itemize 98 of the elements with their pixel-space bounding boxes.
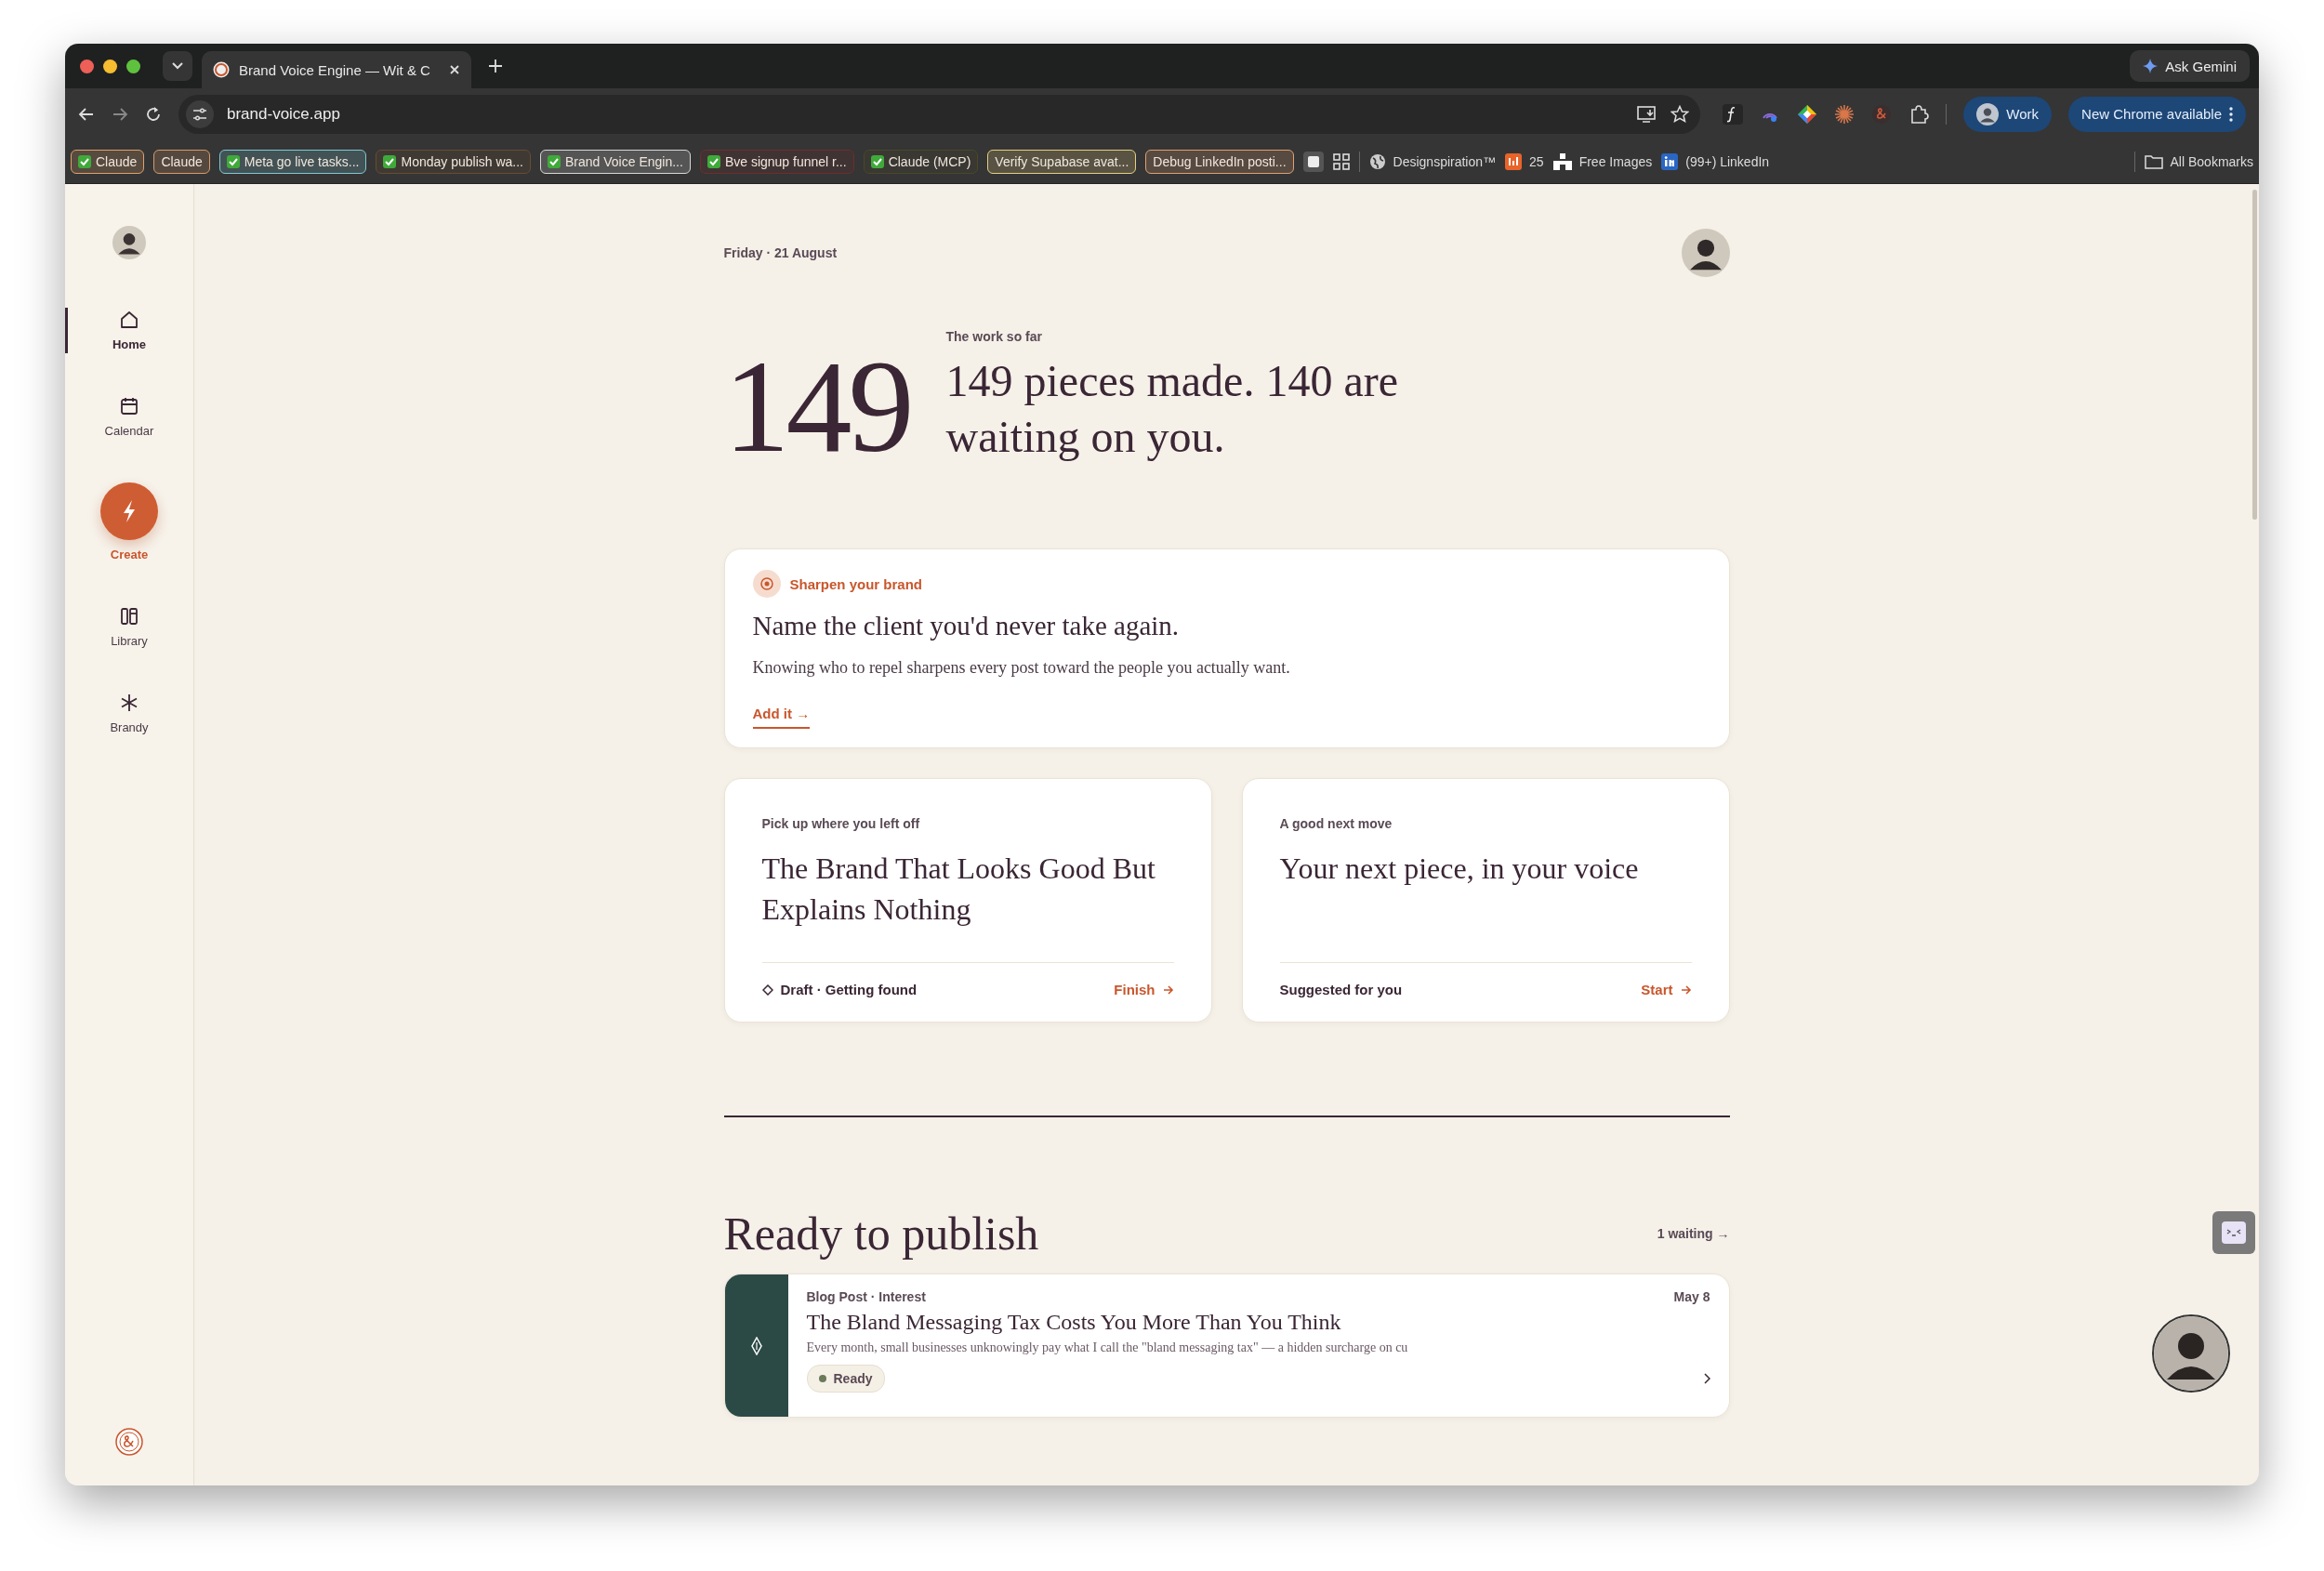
bookmark-link[interactable]: All Bookmarks	[2170, 153, 2253, 169]
item-excerpt: Every month, small businesses unknowingly pay what I call the "bland messaging tax" — a hidden surcharge on cu	[806, 1340, 1409, 1355]
update-button[interactable]: New Chrome available	[2068, 96, 2246, 132]
diamond-icon	[761, 984, 773, 996]
nav-item[interactable]: Brandy	[65, 687, 193, 740]
ampersand-icon[interactable]	[1871, 103, 1893, 125]
library-icon	[119, 606, 139, 627]
profile-button[interactable]: Work	[1963, 96, 2053, 132]
stat-label: The work so far	[945, 329, 1043, 344]
more-icon	[2229, 106, 2233, 122]
avatar[interactable]	[112, 226, 146, 259]
browser-tab[interactable]: Brand Voice Engine — Wit & C	[202, 51, 471, 88]
sunburst-icon[interactable]	[1834, 103, 1855, 125]
blocks-icon[interactable]	[1552, 152, 1572, 170]
item-title: The Bland Messaging Tax Costs You More Than You Think	[806, 1310, 1342, 1335]
home-icon	[119, 310, 139, 330]
diamond-icon[interactable]	[1797, 103, 1818, 125]
asterisk-icon	[119, 693, 139, 713]
tab-title: Brand Voice Engine — Wit & C	[239, 61, 431, 78]
card-meta: Suggested for you	[1279, 982, 1403, 997]
card-eyebrow: Pick up where you left off	[761, 816, 921, 831]
bookmark-chip[interactable]: Claude	[71, 149, 145, 174]
terminal-widget[interactable]	[2212, 1211, 2255, 1254]
favicon-icon	[213, 61, 230, 78]
stat-headline: 149 pieces made. 140 are waiting on you.	[945, 355, 1399, 463]
minimize-window-button[interactable]	[103, 59, 117, 73]
back-icon[interactable]	[78, 105, 95, 123]
arrow-right-icon	[1162, 984, 1174, 996]
status-dot-icon	[818, 1375, 826, 1382]
grid-icon[interactable]	[1332, 152, 1350, 170]
avatar	[1976, 102, 2000, 125]
bookmark-chip[interactable]: Bve signup funnel r...	[699, 149, 854, 174]
avatar[interactable]	[1681, 229, 1730, 277]
arrow-right-icon	[1680, 984, 1692, 996]
formula-icon[interactable]	[1723, 103, 1744, 125]
bookmark-link[interactable]: Free Images	[1578, 153, 1653, 169]
linkedin-icon[interactable]	[1661, 152, 1679, 170]
reload-icon[interactable]	[145, 105, 162, 123]
item-meta: Blog Post · Interest	[806, 1289, 926, 1304]
section-title: Ready to publish	[723, 1207, 1039, 1261]
nav-item[interactable]: Calendar	[65, 390, 193, 443]
square-icon[interactable]	[1302, 151, 1324, 172]
card-title: Your next piece, in your voice	[1279, 851, 1640, 887]
content-card[interactable]: Pick up where you left off The Brand That Looks Good But Explains Nothing Draft · Getting found Finish	[723, 778, 1212, 1023]
stat-number: 149	[723, 340, 911, 472]
bookmark-link[interactable]: Designspiration™	[1393, 153, 1497, 169]
bookmark-link[interactable]: 25	[1529, 153, 1544, 169]
nav-item[interactable]: Home	[65, 304, 193, 357]
bookmark-chip[interactable]: Claude (MCP)	[863, 149, 979, 174]
card-title: The Brand That Looks Good But Explains Nothing	[761, 851, 1156, 928]
caret-icon	[172, 62, 183, 70]
date-label: Friday · 21 August	[723, 245, 838, 260]
tab-search-button[interactable]	[163, 51, 192, 81]
chevron-right-icon[interactable]	[1702, 1373, 1710, 1384]
card-action-link[interactable]: Start	[1641, 982, 1673, 997]
bookmark-chip[interactable]: Monday publish wa...	[376, 149, 531, 174]
logo-icon[interactable]	[115, 1428, 143, 1456]
calendar-icon	[119, 396, 139, 416]
bookmark-chip[interactable]: Debug LinkedIn posti...	[1145, 149, 1294, 174]
nav-item[interactable]: Library	[65, 601, 193, 653]
card-text: Knowing who to repel sharpens every post toward the people you actually want.	[752, 658, 1291, 678]
new-tab-icon[interactable]	[488, 59, 503, 73]
install-icon[interactable]	[1637, 104, 1658, 124]
bookmark-chip[interactable]: Claude	[153, 149, 210, 174]
bookmark-link[interactable]: (99+) LinkedIn	[1685, 153, 1770, 169]
bookmark-chip[interactable]: Brand Voice Engin...	[540, 149, 691, 174]
item-date: May 8	[1673, 1289, 1710, 1304]
target-icon	[752, 570, 781, 598]
avatar[interactable]	[2152, 1314, 2230, 1393]
folder-icon[interactable]	[2144, 153, 2163, 169]
globe-icon[interactable]	[1368, 152, 1386, 170]
sparkle-icon	[2143, 59, 2159, 73]
ask-gemini-button[interactable]: Ask Gemini	[2130, 50, 2250, 82]
waiting-link[interactable]: 1 waiting →	[1657, 1226, 1730, 1241]
extensions-icon[interactable]	[1908, 103, 1930, 125]
nav-label[interactable]: Create	[110, 548, 149, 561]
forward-icon[interactable]	[112, 105, 128, 123]
star-icon[interactable]	[1670, 104, 1690, 124]
close-icon[interactable]	[449, 64, 460, 75]
card-tag: Sharpen your brand	[789, 575, 923, 592]
diamond-icon	[750, 1336, 762, 1355]
zoom-window-button[interactable]	[126, 59, 140, 73]
bookmark-chip[interactable]: Verify Supabase avat...	[987, 149, 1137, 174]
create-button[interactable]	[100, 482, 158, 540]
close-window-button[interactable]	[80, 59, 94, 73]
card-eyebrow: A good next move	[1279, 816, 1393, 831]
status-badge: Ready	[806, 1365, 885, 1393]
content-card[interactable]: A good next move Your next piece, in your voice Suggested for you Start	[1241, 778, 1730, 1023]
bookmark-chip[interactable]: Meta go live tasks...	[218, 149, 367, 174]
chart-icon[interactable]	[1505, 152, 1523, 170]
card-title: Name the client you'd never take again.	[752, 611, 1181, 641]
site-settings-icon[interactable]	[186, 99, 214, 128]
face-icon	[2222, 1221, 2246, 1244]
scrollbar-thumb[interactable]	[2252, 190, 2257, 520]
card-action-link[interactable]: Finish	[1114, 982, 1155, 997]
publish-item[interactable]: Blog Post · Interest May 8 The Bland Messaging Tax Costs You More Than You Think Every month, small businesses unknowingly pay what I call the "bland messaging tax" — a hidden surcharge on cu Ready	[723, 1274, 1730, 1418]
card-meta: Draft · Getting found	[780, 982, 918, 997]
add-link[interactable]: Add it →	[752, 706, 811, 729]
